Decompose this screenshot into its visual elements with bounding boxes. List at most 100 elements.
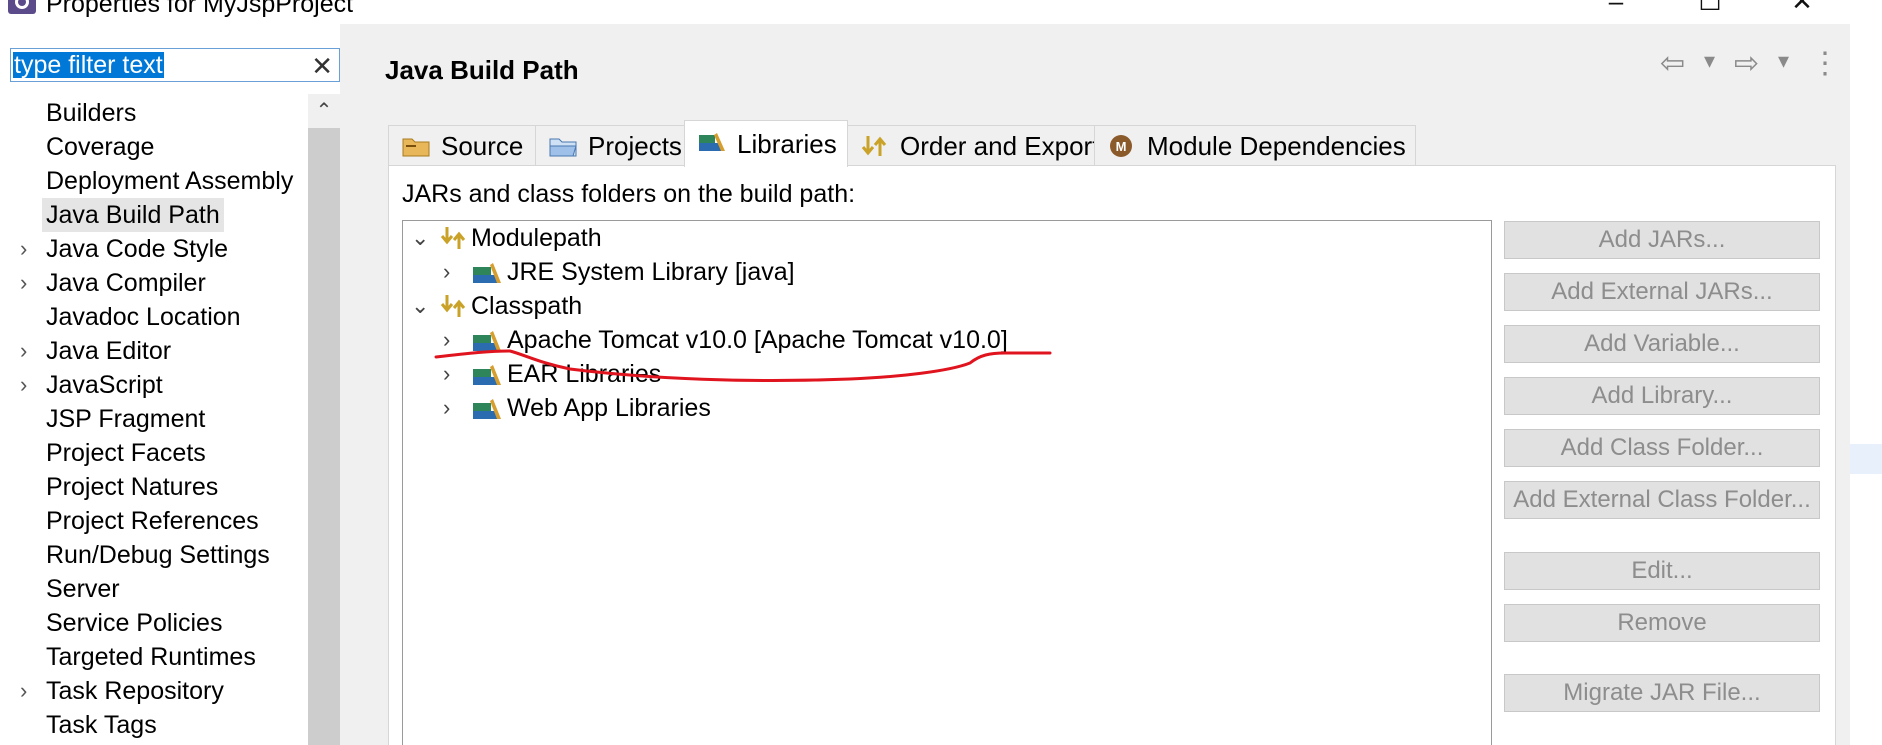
scroll-thumb[interactable] [308,128,340,745]
sidebar-item-task-repository[interactable]: › Task Repository [0,674,308,708]
edit-button[interactable]: Edit... [1504,552,1820,590]
path-container-icon [440,295,466,317]
sidebar-item-label: Java Build Path [42,198,224,232]
sidebar-item-label: Server [46,575,120,603]
sidebar-item-targeted-runtimes[interactable]: Targeted Runtimes [0,640,308,674]
forward-menu-icon[interactable]: ▾ [1778,48,1789,74]
libraries-icon [699,133,725,151]
chevron-right-icon[interactable]: › [20,368,38,402]
tab-label: Module Dependencies [1147,131,1406,161]
sidebar-item-javascript[interactable]: › JavaScript [0,368,308,402]
sidebar-item-label: Targeted Runtimes [46,643,256,671]
tree-node-label: Classpath [471,292,583,320]
sidebar-item-label: Project References [46,507,259,535]
clear-filter-icon[interactable]: ✕ [311,51,333,82]
add-external-jars-button[interactable]: Add External JARs... [1504,273,1820,311]
build-path-label: JARs and class folders on the build path… [402,180,856,208]
sidebar-item-label: Project Facets [46,439,206,467]
path-container-icon [440,227,466,249]
maximize-button[interactable]: ☐ [1690,0,1730,20]
back-menu-icon[interactable]: ▾ [1704,48,1715,74]
sidebar-item-run-debug-settings[interactable]: Run/Debug Settings [0,538,308,572]
sidebar-item-builders[interactable]: Builders [0,96,308,130]
page-nav: ⇦ ▾ ⇨ ▾ ⋮ [1660,46,1840,86]
tree-node-label: JRE System Library [java] [507,258,795,286]
tab-module-dependencies[interactable]: M Module Dependencies [1094,125,1416,165]
module-icon: M [1110,135,1132,157]
tab-order-export[interactable]: Order and Export [847,125,1099,165]
tab-libraries[interactable]: Libraries [684,120,848,167]
sidebar-item-label: Task Repository [46,677,224,705]
sidebar-item-project-facets[interactable]: Project Facets [0,436,308,470]
build-path-tree[interactable]: ⌄ Modulepath › JRE System Library [java]… [402,220,1492,745]
sidebar-item-label: Coverage [46,133,155,161]
add-jars-button[interactable]: Add JARs... [1504,221,1820,259]
background-selection [1850,444,1882,474]
sidebar-item-label: Project Natures [46,473,219,501]
migrate-jar-file-button[interactable]: Migrate JAR File... [1504,674,1820,712]
tab-source[interactable]: Source [388,125,536,165]
window-title: Properties for MyJspProject [46,0,354,18]
sidebar-item-label: Run/Debug Settings [46,541,270,569]
close-button[interactable]: ✕ [1782,0,1822,20]
minimize-button[interactable]: – [1596,0,1636,20]
sidebar-item-project-natures[interactable]: Project Natures [0,470,308,504]
add-class-folder-button[interactable]: Add Class Folder... [1504,429,1820,467]
chevron-down-icon[interactable]: ⌄ [411,289,431,323]
sidebar-item-java-compiler[interactable]: › Java Compiler [0,266,308,300]
property-page-tree[interactable]: Builders Coverage Deployment Assembly Java … [0,96,308,745]
chevron-right-icon[interactable]: › [443,391,463,425]
source-folder-icon [402,138,430,157]
back-arrow-icon[interactable]: ⇦ [1660,46,1685,81]
sidebar-item-label: Java Code Style [46,235,229,263]
filter-input[interactable]: type filter text [13,52,164,78]
add-external-class-folder-button[interactable]: Add External Class Folder... [1504,481,1820,519]
sidebar-item-label: JSP Fragment [46,405,206,433]
sidebar-item-label: Java Compiler [46,269,206,297]
eclipse-app-icon [8,0,36,14]
add-library-button[interactable]: Add Library... [1504,377,1820,415]
tab-label: Libraries [737,129,837,159]
filter-box[interactable]: type filter text ✕ [10,48,340,82]
sidebar-item-coverage[interactable]: Coverage [0,130,308,164]
sidebar-scrollbar[interactable]: ⌃ [308,94,340,745]
sidebar-item-label: Service Policies [46,609,223,637]
scroll-up-icon[interactable]: ⌃ [308,94,340,128]
sidebar-item-label: Deployment Assembly [46,167,294,195]
library-icon [473,263,501,283]
background-window-edge [1850,0,1882,745]
sidebar-item-java-build-path[interactable]: Java Build Path [0,198,308,232]
sidebar-item-label: Javadoc Location [46,303,241,331]
more-options-icon[interactable]: ⋮ [1810,46,1840,81]
splitter[interactable] [340,24,360,745]
sidebar-item-label: Builders [46,99,137,127]
remove-button[interactable]: Remove [1504,604,1820,642]
tree-node-label: Web App Libraries [507,394,711,422]
add-variable-button[interactable]: Add Variable... [1504,325,1820,363]
sidebar-item-label: JavaScript [46,371,163,399]
chevron-right-icon[interactable]: › [20,232,38,266]
sidebar-item-task-tags[interactable]: Task Tags [0,708,308,742]
sidebar-item-javadoc-location[interactable]: Javadoc Location [0,300,308,334]
sidebar-item-java-editor[interactable]: › Java Editor [0,334,308,368]
title-bar: Properties for MyJspProject – ☐ ✕ [0,0,1882,24]
sidebar-item-service-policies[interactable]: Service Policies [0,606,308,640]
order-export-icon [861,136,887,156]
forward-arrow-icon[interactable]: ⇨ [1734,46,1759,81]
sidebar-item-label: Java Editor [46,337,172,365]
sidebar-item-label: Task Tags [46,711,157,739]
chevron-right-icon[interactable]: › [443,255,463,289]
library-icon [473,399,501,419]
sidebar-item-server[interactable]: Server [0,572,308,606]
sidebar-item-project-references[interactable]: Project References [0,504,308,538]
sidebar-item-deployment-assembly[interactable]: Deployment Assembly [0,164,308,198]
tab-projects[interactable]: Projects [535,125,685,165]
sidebar-item-jsp-fragment[interactable]: JSP Fragment [0,402,308,436]
chevron-right-icon[interactable]: › [20,334,38,368]
chevron-right-icon[interactable]: › [20,674,38,708]
chevron-down-icon[interactable]: ⌄ [411,221,431,255]
page-title: Java Build Path [385,55,579,85]
chevron-right-icon[interactable]: › [20,266,38,300]
tab-label: Projects [588,131,682,161]
sidebar-item-java-code-style[interactable]: › Java Code Style [0,232,308,266]
